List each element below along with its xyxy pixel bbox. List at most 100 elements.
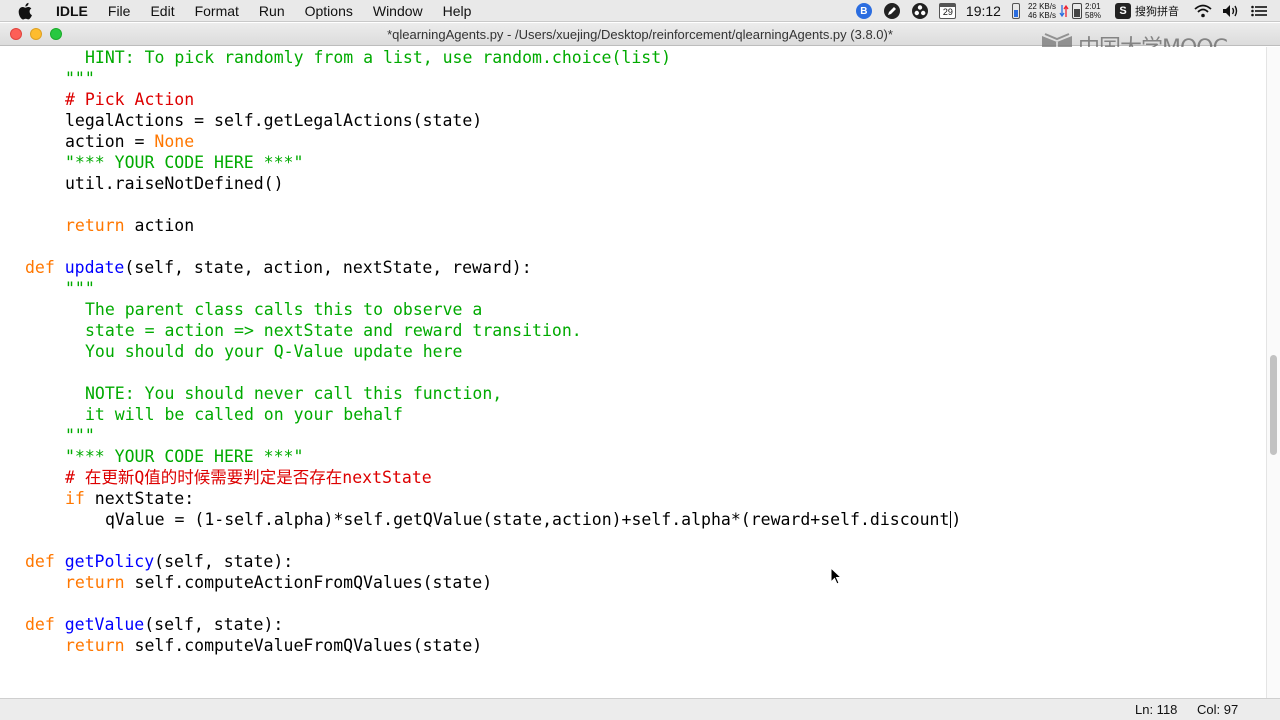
code-editor[interactable]: HINT: To pick randomly from a list, use … [0,47,1266,698]
battery-time-text: 2:01 [1084,2,1101,11]
scrollbar-thumb[interactable] [1270,355,1277,455]
code-token: getValue [64,615,145,634]
code-line[interactable]: if nextState: [65,488,194,509]
code-token: # 在更新Q值的时候需要判定是否存在nextState [65,468,432,487]
code-token: def [25,552,55,571]
mouse-pointer-icon [830,567,842,585]
menu-edit[interactable]: Edit [140,0,184,22]
code-line[interactable]: # 在更新Q值的时候需要判定是否存在nextState [65,467,432,488]
code-line[interactable]: """ [65,68,95,89]
code-line[interactable]: it will be called on your behalf [85,404,403,425]
code-token: (self, state, action, nextState, reward)… [124,258,532,277]
code-token: self.computeActionFromQValues(state) [124,573,493,592]
menu-run[interactable]: Run [249,0,295,22]
code-token: qValue = (1-self.alpha)*self.getQValue(s… [105,510,950,529]
code-line[interactable]: return self.computeValueFromQValues(stat… [65,635,482,656]
menu-window[interactable]: Window [363,0,433,22]
calendar-icon[interactable]: 29 [939,2,957,20]
code-token: The parent class calls this to observe a [85,300,483,319]
code-token: return [65,636,125,655]
window-minimize-button[interactable] [30,28,42,40]
code-token: "*** YOUR CODE HERE ***" [65,447,304,466]
vertical-scrollbar[interactable] [1266,47,1280,698]
code-line[interactable]: # Pick Action [65,89,194,110]
code-line[interactable]: "*** YOUR CODE HERE ***" [65,446,303,467]
volume-icon[interactable] [1222,2,1240,20]
code-token: return [65,573,125,592]
code-token: it will be called on your behalf [85,405,403,424]
code-token: """ [65,426,95,445]
battery-pct-text: 58% [1084,11,1101,20]
code-token: legalActions = self.getLegalActions(stat… [65,111,483,130]
code-token: NOTE: You should never call this functio… [85,384,503,403]
pen-icon[interactable] [883,2,901,20]
code-token: if [65,489,85,508]
code-token: state = action => nextState and reward t… [85,321,582,340]
line-number-label: Ln: 118 [1135,702,1178,717]
code-line[interactable]: NOTE: You should never call this functio… [85,383,502,404]
code-line[interactable]: def update(self, state, action, nextStat… [25,257,532,278]
menu-list-icon[interactable] [1250,2,1268,20]
window-zoom-button[interactable] [50,28,62,40]
code-token: util.raiseNotDefined() [65,174,284,193]
code-line[interactable]: return action [65,215,194,236]
bluetooth-icon[interactable]: B [855,2,873,20]
network-speed-icon[interactable]: 22 KB/s 46 KB/s [1028,2,1056,20]
code-token: (self, state): [154,552,294,571]
menu-app-idle[interactable]: IDLE [52,0,98,22]
code-token: None [154,132,195,151]
code-token: def [25,258,55,277]
ime-label[interactable]: 搜狗拼音 [1135,3,1179,19]
menu-help[interactable]: Help [433,0,482,22]
code-line[interactable]: The parent class calls this to observe a [85,299,482,320]
code-line[interactable]: util.raiseNotDefined() [65,173,284,194]
menu-extras: B 29 19:12 22 KB/s 46 KB/s 2:01 58% S 搜狗… [850,0,1280,22]
wifi-icon[interactable] [1194,2,1212,20]
code-token: def [25,615,55,634]
code-token: return [65,216,125,235]
code-token: # Pick Action [65,90,195,109]
code-line[interactable]: """ [65,278,95,299]
code-token: action = [65,132,155,151]
sogou-icon[interactable]: S [1115,3,1131,19]
menu-options[interactable]: Options [295,0,363,22]
net-up-text: 22 KB/s [1027,2,1056,11]
code-token: """ [65,279,95,298]
code-token: action [124,216,195,235]
code-line[interactable]: action = None [65,131,194,152]
code-line[interactable]: """ [65,425,95,446]
code-token: getPolicy [64,552,155,571]
menu-format[interactable]: Format [185,0,249,22]
window-close-button[interactable] [10,28,22,40]
battery-icon[interactable] [1071,3,1082,19]
code-token: update [64,258,125,277]
code-token: "*** YOUR CODE HERE ***" [65,153,304,172]
code-token: HINT: To pick randomly from a list, use … [85,48,672,67]
code-token: You should do your Q-Value update here [85,342,463,361]
memory-icon[interactable] [1011,3,1020,19]
code-token: """ [65,69,95,88]
menu-bar: IDLE File Edit Format Run Options Window… [0,0,1280,22]
apple-menu-icon[interactable] [18,0,38,22]
code-line[interactable]: You should do your Q-Value update here [85,341,463,362]
menu-file[interactable]: File [98,0,141,22]
code-token: nextState: [84,489,195,508]
column-number-label: Col: 97 [1197,702,1239,717]
code-line[interactable]: "*** YOUR CODE HERE ***" [65,152,303,173]
code-token: ) [951,510,962,529]
code-line[interactable]: HINT: To pick randomly from a list, use … [85,47,671,68]
code-line[interactable]: state = action => nextState and reward t… [85,320,582,341]
code-token: self.computeValueFromQValues(state) [124,636,483,655]
obs-icon[interactable] [911,2,929,20]
code-line[interactable]: return self.computeActionFromQValues(sta… [65,572,492,593]
window-title: *qlearningAgents.py - /Users/xuejing/Des… [387,26,893,42]
code-line[interactable]: def getPolicy(self, state): [25,551,293,572]
clock-text[interactable]: 19:12 [966,3,1001,19]
transfer-arrows-icon [1059,4,1069,18]
code-line[interactable]: qValue = (1-self.alpha)*self.getQValue(s… [105,509,961,530]
code-line[interactable]: legalActions = self.getLegalActions(stat… [65,110,482,131]
battery-status: 2:01 58% [1085,2,1101,20]
code-line[interactable]: def getValue(self, state): [25,614,283,635]
